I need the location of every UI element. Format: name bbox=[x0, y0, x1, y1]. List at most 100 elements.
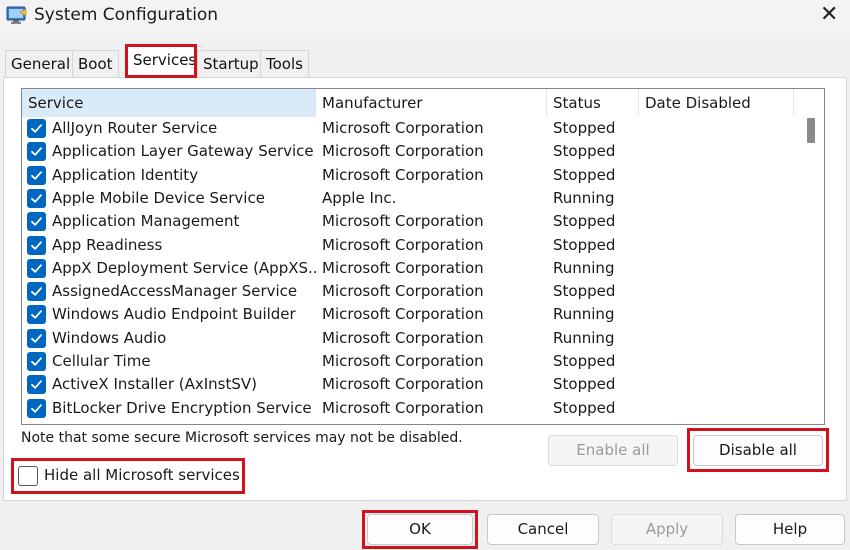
service-checkbox[interactable] bbox=[27, 282, 46, 302]
service-manufacturer: Microsoft Corporation bbox=[322, 375, 484, 394]
service-checkbox[interactable] bbox=[27, 375, 46, 395]
checkmark-icon bbox=[31, 380, 42, 389]
service-status: Stopped bbox=[553, 165, 616, 184]
table-row[interactable]: AssignedAccessManager Service Microsoft C… bbox=[22, 280, 802, 303]
service-name: Application Management bbox=[52, 212, 240, 231]
column-header-date-disabled[interactable]: Date Disabled bbox=[639, 89, 794, 117]
service-manufacturer: Microsoft Corporation bbox=[322, 328, 484, 347]
service-manufacturer: Microsoft Corporation bbox=[322, 258, 484, 277]
apply-button[interactable]: Apply bbox=[611, 514, 723, 545]
service-checkbox[interactable] bbox=[27, 398, 46, 418]
service-manufacturer: Microsoft Corporation bbox=[322, 142, 484, 161]
table-row[interactable]: BitLocker Drive Encryption Service Micros… bbox=[22, 397, 802, 420]
checkmark-icon bbox=[31, 310, 42, 320]
service-checkbox[interactable] bbox=[27, 235, 46, 255]
service-status: Stopped bbox=[553, 375, 616, 394]
checkmark-icon bbox=[31, 264, 42, 273]
table-row[interactable]: AllJoyn Router Service Microsoft Corporat… bbox=[22, 117, 802, 140]
service-status: Stopped bbox=[553, 282, 616, 301]
service-checkbox[interactable] bbox=[27, 119, 46, 138]
ok-button[interactable]: OK bbox=[367, 514, 473, 545]
column-header-manufacturer[interactable]: Manufacturer bbox=[316, 89, 547, 117]
table-row[interactable]: App Readiness Microsoft Corporation Stoppe… bbox=[22, 234, 802, 257]
service-manufacturer: Microsoft Corporation bbox=[322, 119, 484, 137]
table-row[interactable]: Apple Mobile Device Service Apple Inc. Run… bbox=[22, 187, 802, 210]
table-row[interactable]: Application Layer Gateway Service Microso… bbox=[22, 140, 802, 163]
service-checkbox[interactable] bbox=[27, 212, 46, 232]
service-status: Running bbox=[553, 305, 615, 324]
tab-boot[interactable]: Boot bbox=[72, 50, 119, 78]
table-row[interactable]: Cellular Time Microsoft Corporation Stoppe… bbox=[22, 350, 802, 373]
service-name: Cellular Time bbox=[52, 352, 151, 370]
title-bar: System Configuration ✕ bbox=[0, 0, 850, 34]
table-row[interactable]: Application Identity Microsoft Corporatio… bbox=[22, 164, 802, 187]
column-header-service[interactable]: Service bbox=[22, 89, 316, 117]
service-name: Windows Audio bbox=[52, 328, 167, 347]
scrollbar-thumb[interactable] bbox=[807, 118, 815, 143]
table-row[interactable]: Application Management Microsoft Corporat… bbox=[22, 210, 802, 233]
service-manufacturer: Microsoft Corporation bbox=[322, 165, 484, 184]
service-status: Stopped bbox=[553, 235, 616, 254]
service-status: Stopped bbox=[553, 142, 616, 161]
checkmark-icon bbox=[31, 333, 42, 343]
service-name: AppX Deployment Service (AppXS... bbox=[52, 258, 316, 277]
service-manufacturer: Microsoft Corporation bbox=[322, 235, 484, 254]
close-icon[interactable]: ✕ bbox=[820, 4, 838, 26]
help-button[interactable]: Help bbox=[735, 514, 845, 545]
table-row[interactable]: Windows Audio Microsoft Corporation Runnin… bbox=[22, 327, 802, 350]
secure-services-note: Note that some secure Microsoft services… bbox=[21, 430, 463, 446]
checkmark-icon bbox=[31, 147, 42, 156]
service-manufacturer: Microsoft Corporation bbox=[322, 282, 484, 301]
service-name: BitLocker Drive Encryption Service bbox=[52, 398, 312, 417]
system-configuration-icon bbox=[6, 6, 27, 24]
service-name: Application Layer Gateway Service bbox=[52, 142, 314, 161]
service-checkbox[interactable] bbox=[27, 258, 46, 278]
checkmark-icon bbox=[31, 240, 42, 250]
window-title: System Configuration bbox=[34, 5, 219, 25]
column-header-status[interactable]: Status bbox=[547, 89, 639, 117]
hide-microsoft-services-label[interactable]: Hide all Microsoft services bbox=[44, 466, 240, 484]
service-checkbox[interactable] bbox=[27, 165, 46, 185]
service-status: Stopped bbox=[553, 119, 616, 137]
service-checkbox[interactable] bbox=[27, 142, 46, 162]
vertical-scrollbar[interactable] bbox=[802, 117, 824, 424]
service-name: Apple Mobile Device Service bbox=[52, 188, 265, 207]
checkmark-icon bbox=[31, 194, 42, 203]
checkmark-icon bbox=[31, 170, 42, 180]
disable-all-button[interactable]: Disable all bbox=[693, 435, 823, 466]
service-checkbox[interactable] bbox=[27, 328, 46, 348]
service-name: Application Identity bbox=[52, 165, 199, 184]
service-manufacturer: Apple Inc. bbox=[322, 188, 397, 207]
service-status: Stopped bbox=[553, 398, 616, 417]
service-name: App Readiness bbox=[52, 235, 163, 254]
service-checkbox[interactable] bbox=[27, 188, 46, 208]
enable-all-button[interactable]: Enable all bbox=[548, 435, 678, 466]
service-name: Windows Audio Endpoint Builder bbox=[52, 305, 296, 324]
service-manufacturer: Microsoft Corporation bbox=[322, 398, 484, 417]
tab-services[interactable]: Services bbox=[127, 46, 203, 78]
table-row[interactable]: ActiveX Installer (AxInstSV) Microsoft Co… bbox=[22, 373, 802, 396]
service-status: Stopped bbox=[553, 212, 616, 231]
tab-strip: General Boot Services Startup Tools bbox=[0, 46, 850, 78]
service-status: Stopped bbox=[553, 352, 616, 370]
service-name: AllJoyn Router Service bbox=[52, 119, 218, 137]
service-manufacturer: Microsoft Corporation bbox=[322, 352, 484, 370]
service-manufacturer: Microsoft Corporation bbox=[322, 305, 484, 324]
tab-tools[interactable]: Tools bbox=[260, 50, 309, 78]
service-manufacturer: Microsoft Corporation bbox=[322, 212, 484, 231]
service-checkbox[interactable] bbox=[27, 305, 46, 325]
tab-general[interactable]: General bbox=[5, 50, 77, 78]
checkmark-icon bbox=[31, 403, 42, 413]
hide-microsoft-services-checkbox[interactable] bbox=[18, 466, 38, 486]
service-checkbox[interactable] bbox=[27, 352, 46, 371]
list-header: Service Manufacturer Status Date Disable… bbox=[22, 89, 824, 117]
table-row[interactable]: AppX Deployment Service (AppXS... Microso… bbox=[22, 257, 802, 280]
checkmark-icon bbox=[31, 357, 42, 366]
services-list[interactable]: Service Manufacturer Status Date Disable… bbox=[21, 88, 825, 425]
tab-startup[interactable]: Startup bbox=[197, 50, 265, 78]
service-status: Running bbox=[553, 328, 615, 347]
service-status: Running bbox=[553, 258, 615, 277]
service-name: AssignedAccessManager Service bbox=[52, 282, 298, 301]
table-row[interactable]: Windows Audio Endpoint Builder Microsoft … bbox=[22, 303, 802, 326]
cancel-button[interactable]: Cancel bbox=[487, 514, 599, 545]
